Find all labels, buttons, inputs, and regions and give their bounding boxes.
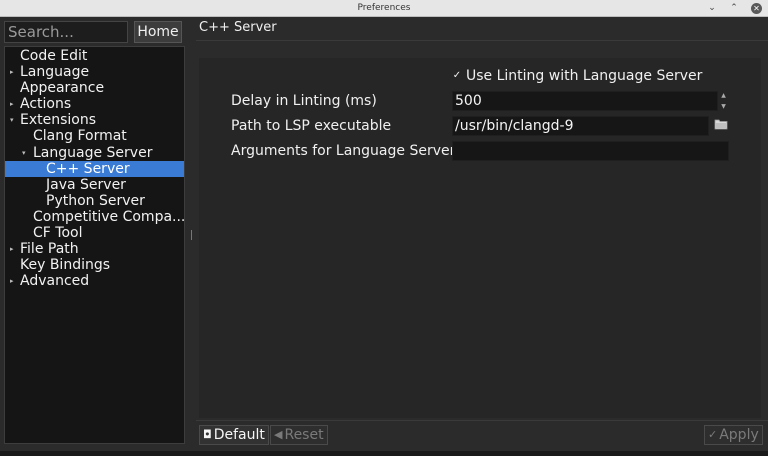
chevron-down-icon[interactable]: ▾: [10, 112, 14, 128]
delay-spinbox[interactable]: 500: [452, 91, 718, 111]
default-icon: ◘: [203, 428, 212, 441]
chevron-right-icon[interactable]: ▸: [10, 241, 14, 257]
settings-panel: [199, 58, 761, 418]
section-title: C++ Server: [199, 20, 277, 35]
tree-item-label: Key Bindings: [20, 257, 111, 274]
tree-item[interactable]: C++ Server: [5, 160, 184, 177]
chevron-down-icon[interactable]: ▾: [22, 145, 26, 161]
reset-button-label: Reset: [284, 427, 324, 443]
reset-icon: ◀: [274, 428, 283, 441]
spin-up-icon[interactable]: ▲: [719, 91, 728, 100]
tree-item[interactable]: Key Bindings: [5, 257, 184, 273]
tree-item[interactable]: Appearance: [5, 80, 184, 96]
divider: [196, 420, 768, 421]
window-controls: ⌄ ⌃ ✕: [707, 0, 762, 16]
tree-item-label: Competitive Compa...: [33, 208, 184, 225]
tree-item[interactable]: Competitive Compa...: [5, 209, 184, 225]
tree-item-label: CF Tool: [33, 225, 83, 242]
tree-item[interactable]: ▾ Language Server: [5, 145, 184, 161]
tree-item[interactable]: Code Edit: [5, 48, 184, 64]
check-icon: ✓: [708, 428, 718, 441]
chevron-right-icon[interactable]: ▸: [10, 64, 14, 80]
tree-item-label: Python Server: [46, 192, 145, 209]
tree-item[interactable]: ▸ File Path: [5, 241, 184, 257]
tree-item[interactable]: Java Server: [5, 177, 184, 193]
delay-spin-buttons[interactable]: ▲ ▼: [719, 91, 728, 111]
tree-item[interactable]: ▸ Actions: [5, 96, 184, 112]
title-bar: Preferences ⌄ ⌃ ✕: [0, 0, 768, 17]
arguments-input[interactable]: [452, 141, 729, 161]
arguments-label: Arguments for Language Server: [231, 143, 456, 159]
reset-button[interactable]: ◀ Reset: [270, 425, 328, 445]
tree-item-label: Appearance: [20, 80, 105, 97]
tree-item[interactable]: ▸ Language: [5, 64, 184, 80]
minimize-button[interactable]: ⌄: [707, 0, 717, 16]
search-input[interactable]: Search...: [4, 21, 128, 43]
chevron-right-icon[interactable]: ▸: [10, 96, 14, 112]
default-button-label: Default: [213, 427, 265, 443]
tree-item-label: Language Server: [33, 144, 153, 161]
tree-item-label: Java Server: [46, 176, 126, 193]
settings-tree[interactable]: Code Edit ▸ Language Appearance ▸ Actions ▾ Ext…: [4, 46, 185, 444]
tree-item[interactable]: CF Tool: [5, 225, 184, 241]
tree-item[interactable]: ▾ Extensions: [5, 112, 184, 128]
tree-item[interactable]: Clang Format: [5, 128, 184, 144]
delay-label: Delay in Linting (ms): [231, 93, 377, 109]
use-linting-label: Use Linting with Language Server: [466, 68, 703, 84]
tree-item[interactable]: ▸ Advanced: [5, 273, 184, 289]
lsp-path-input[interactable]: /usr/bin/clangd-9: [452, 116, 709, 136]
tree-item-label: File Path: [20, 241, 79, 258]
splitter-handle[interactable]: [191, 230, 193, 240]
tree-item-label: Clang Format: [33, 128, 127, 145]
apply-button[interactable]: ✓ Apply: [704, 425, 763, 445]
tree-item-label: Actions: [20, 96, 72, 113]
tree-item[interactable]: Python Server: [5, 193, 184, 209]
use-linting-checkbox[interactable]: ✓ Use Linting with Language Server: [452, 67, 703, 85]
checkbox-check-icon[interactable]: ✓: [452, 70, 462, 82]
spin-down-icon[interactable]: ▼: [719, 102, 728, 111]
default-button[interactable]: ◘ Default: [199, 425, 269, 445]
tree-item-label: Language: [20, 64, 90, 81]
tree-item-label: C++ Server: [46, 160, 130, 177]
window-title: Preferences: [357, 3, 411, 13]
divider: [196, 40, 768, 41]
tree-item-label: Advanced: [20, 273, 90, 290]
close-button[interactable]: ✕: [751, 2, 762, 14]
home-button[interactable]: Home: [134, 21, 182, 43]
bottom-strip: [0, 451, 768, 456]
tree-item-label: Extensions: [20, 112, 97, 129]
chevron-right-icon[interactable]: ▸: [10, 273, 14, 289]
folder-icon[interactable]: [714, 118, 728, 130]
tree-item-label: Code Edit: [20, 48, 88, 64]
lsp-path-label: Path to LSP executable: [231, 118, 392, 134]
maximize-button[interactable]: ⌃: [729, 0, 739, 16]
apply-button-label: Apply: [719, 427, 759, 443]
